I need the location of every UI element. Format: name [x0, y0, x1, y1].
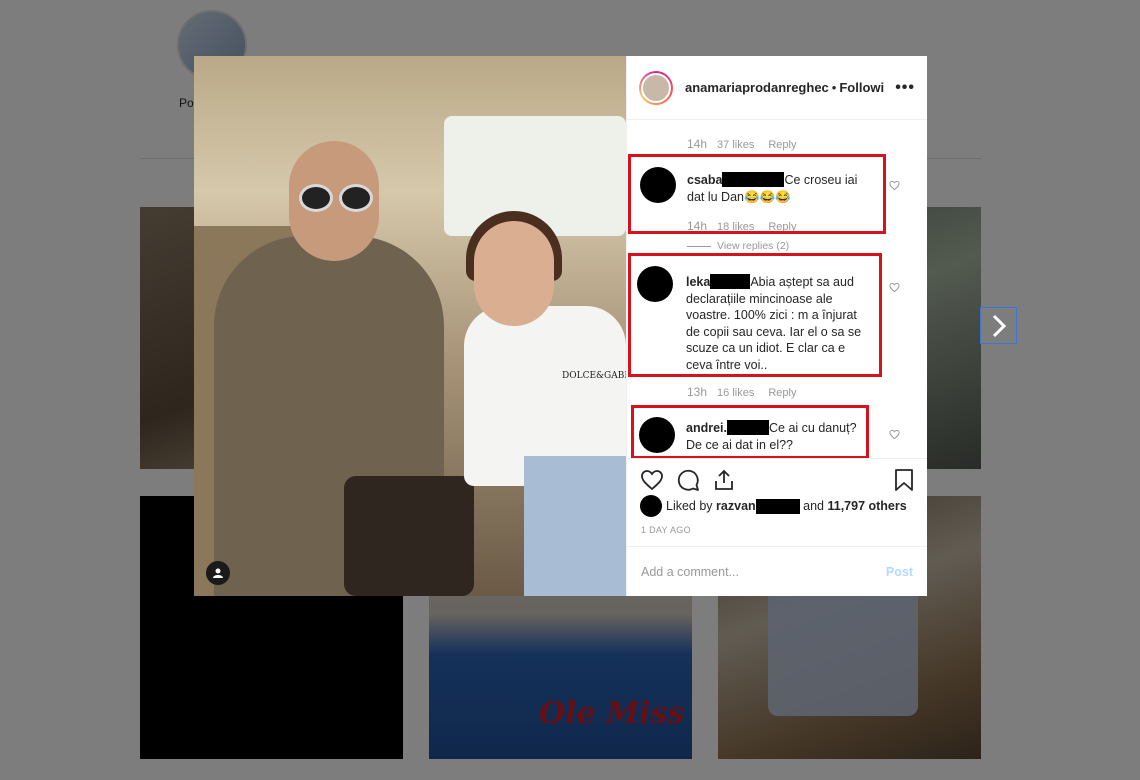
like-comment-heart-icon[interactable] [889, 429, 900, 440]
author-line: anamariaprodanreghec•Following [685, 80, 885, 95]
view-replies-label: View replies (2) [717, 240, 790, 252]
liked-by-label: Liked by [666, 499, 713, 513]
redaction-bar [722, 172, 785, 187]
comment-time: 14h [687, 219, 708, 233]
post-header: anamariaprodanreghec•Following ••• [627, 56, 927, 120]
photo-person-jeans [524, 456, 626, 596]
liker-avatar[interactable] [640, 495, 662, 517]
comment-text: Abia aștept sa aud declarațiile mincinoa… [686, 275, 862, 372]
next-post-button[interactable] [980, 307, 1017, 344]
comment-icon[interactable] [676, 468, 700, 492]
commenter-avatar[interactable] [639, 417, 675, 453]
comment-username[interactable]: leka [686, 275, 710, 289]
comment-meta: 14h 37 likes Reply [687, 137, 796, 151]
commenter-avatar[interactable] [640, 167, 676, 203]
comment-meta: 14h 18 likes Reply [687, 219, 796, 233]
share-icon[interactable] [712, 468, 736, 492]
following-button[interactable]: Following [839, 80, 885, 95]
more-options-button[interactable]: ••• [895, 79, 915, 97]
user-icon [213, 568, 223, 578]
comment-item: leka Abia aștept sa aud declarațiile minc… [686, 274, 864, 373]
redaction-bar [727, 420, 769, 435]
comment-item: andrei. Ce ai cu danuț? De ce ai dat in e… [686, 420, 864, 453]
separator-dot: • [831, 80, 837, 95]
liker-username[interactable]: razvan [716, 499, 756, 513]
view-replies-link[interactable]: View replies (2) [687, 240, 789, 252]
post-comment-button[interactable]: Post [886, 565, 913, 579]
comment-likes[interactable]: 18 likes [717, 221, 754, 233]
chevron-right-icon [992, 314, 1006, 337]
redaction-bar [755, 498, 800, 514]
commenter-avatar[interactable] [637, 266, 673, 302]
comment-likes[interactable]: 37 likes [717, 139, 754, 151]
post-photo[interactable]: DOLCE&GABBA [194, 56, 626, 596]
comment-item: csaba Ce croseu iai dat lu Dan😂😂😂 [687, 172, 867, 205]
photo-person-head [474, 221, 554, 326]
likes-summary: Liked by razvan and 11,797 others [640, 495, 907, 517]
comment-time: 14h [687, 137, 708, 151]
comment-username[interactable]: andrei. [686, 421, 727, 435]
comment-time: 13h [687, 385, 708, 399]
like-comment-heart-icon[interactable] [889, 282, 900, 293]
comment-meta: 13h 16 likes Reply [687, 385, 796, 399]
post-date[interactable]: 1 DAY AGO [641, 525, 691, 535]
redaction-bar [710, 274, 751, 289]
reply-button[interactable]: Reply [768, 221, 796, 233]
shirt-print-text: DOLCE&GABBA [562, 371, 626, 381]
like-comment-heart-icon[interactable] [889, 180, 900, 191]
tagged-users-button[interactable] [206, 561, 230, 585]
likes-others-count[interactable]: 11,797 others [827, 499, 906, 513]
add-comment-row: Post [627, 546, 927, 596]
comment-username[interactable]: csaba [687, 173, 722, 187]
sunglasses-shape [299, 184, 375, 212]
heart-icon[interactable] [640, 468, 664, 492]
replies-line [687, 245, 711, 247]
reply-button[interactable]: Reply [768, 139, 796, 151]
car-console [344, 476, 474, 596]
comment-input[interactable] [641, 564, 886, 579]
author-avatar[interactable] [639, 70, 673, 105]
reply-button[interactable]: Reply [768, 387, 796, 399]
comment-likes[interactable]: 16 likes [717, 387, 754, 399]
bookmark-icon[interactable] [893, 468, 915, 492]
likes-and-label: and [803, 499, 824, 513]
author-username[interactable]: anamariaprodanreghec [685, 80, 829, 95]
